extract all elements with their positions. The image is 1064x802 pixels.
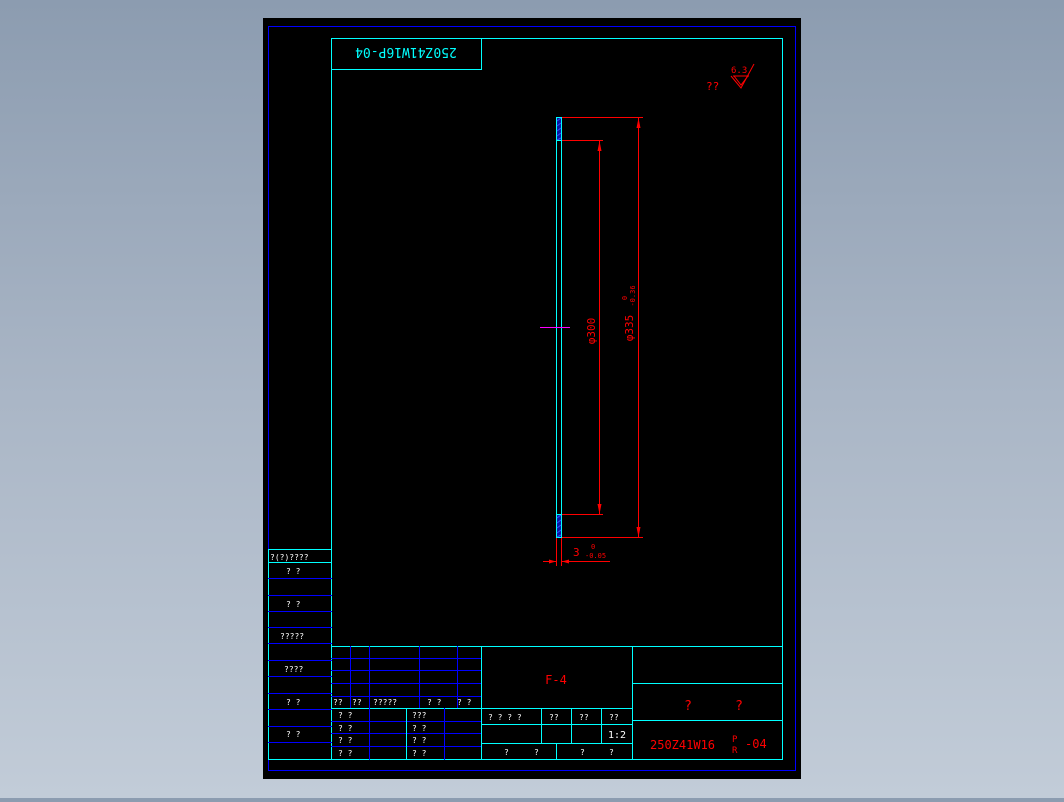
mid-header-1: ? ? ? ? xyxy=(488,713,522,722)
dim-inner-text: φ300 xyxy=(585,318,598,345)
left-strip-row-3: ????? xyxy=(280,632,304,641)
sign-row-4-b: ? ? xyxy=(412,749,427,758)
sign-row-3-b: ? ? xyxy=(412,736,427,745)
left-strip-row-1: ? ? xyxy=(286,567,301,576)
top-title-text: 250Z41W16P-04 xyxy=(355,44,457,59)
left-strip-header: ?(?)???? xyxy=(270,553,309,562)
left-strip-row-5: ? ? xyxy=(286,698,301,707)
mid-header-4: ?? xyxy=(609,713,619,722)
sign-row-1-a: ? ? xyxy=(338,711,353,720)
drawing-sheet[interactable]: 250Z41W16P-04 ?? 6.3 φ300 φ335 0 -0.36 3… xyxy=(0,0,1064,798)
roughness-value: 6.3 xyxy=(731,66,747,76)
paper xyxy=(263,18,801,779)
drawing-number-suffix: -04 xyxy=(745,737,767,751)
mid-bottom-2: ? xyxy=(534,748,539,757)
sign-row-3-a: ? ? xyxy=(338,736,353,745)
drawing-number-sup: P xyxy=(732,735,738,745)
dim-thickness-tol-upper: 0 xyxy=(591,543,595,551)
dim-outer-tol-lower: -0.36 xyxy=(629,285,637,306)
section-hatch-bottom xyxy=(556,514,562,538)
left-strip-row-6: ? ? xyxy=(286,730,301,739)
rev-header-4: ? ? xyxy=(427,698,442,707)
rev-header-2: ?? xyxy=(352,698,362,707)
sign-row-2-b: ? ? xyxy=(412,724,427,733)
mid-bottom-4: ? xyxy=(609,748,614,757)
mid-header-3: ?? xyxy=(579,713,589,722)
dim-thickness-tol-lower: -0.05 xyxy=(585,552,606,560)
rev-header-5: ? ? xyxy=(457,698,472,707)
rev-header-3: ????? xyxy=(373,698,397,707)
dim-thickness-text: 3 xyxy=(573,546,580,559)
part-code: F-4 xyxy=(545,673,567,687)
section-hatch-top xyxy=(556,117,562,141)
drawing-number-sub: R xyxy=(732,746,738,756)
dim-outer-text: φ335 xyxy=(623,315,636,342)
rev-header-1: ?? xyxy=(333,698,343,707)
left-strip-row-4: ???? xyxy=(284,665,303,674)
mid-bottom-1: ? xyxy=(504,748,509,757)
sign-row-2-a: ? ? xyxy=(338,724,353,733)
sign-row-4-a: ? ? xyxy=(338,749,353,758)
mid-header-2: ?? xyxy=(549,713,559,722)
scale-value: 1:2 xyxy=(608,730,626,741)
left-strip-row-2: ? ? xyxy=(286,600,301,609)
cad-viewport[interactable]: 250Z41W16P-04 ?? 6.3 φ300 φ335 0 -0.36 3… xyxy=(0,0,1064,798)
mid-bottom-3: ? xyxy=(580,748,585,757)
sign-row-1-b: ??? xyxy=(412,711,427,720)
company-name-1: ? xyxy=(684,699,692,714)
roughness-note: ?? xyxy=(706,80,719,93)
dim-outer-tol-upper: 0 xyxy=(621,296,629,300)
drawing-number: 250Z41W16 xyxy=(650,738,715,752)
company-name-2: ? xyxy=(735,699,743,714)
